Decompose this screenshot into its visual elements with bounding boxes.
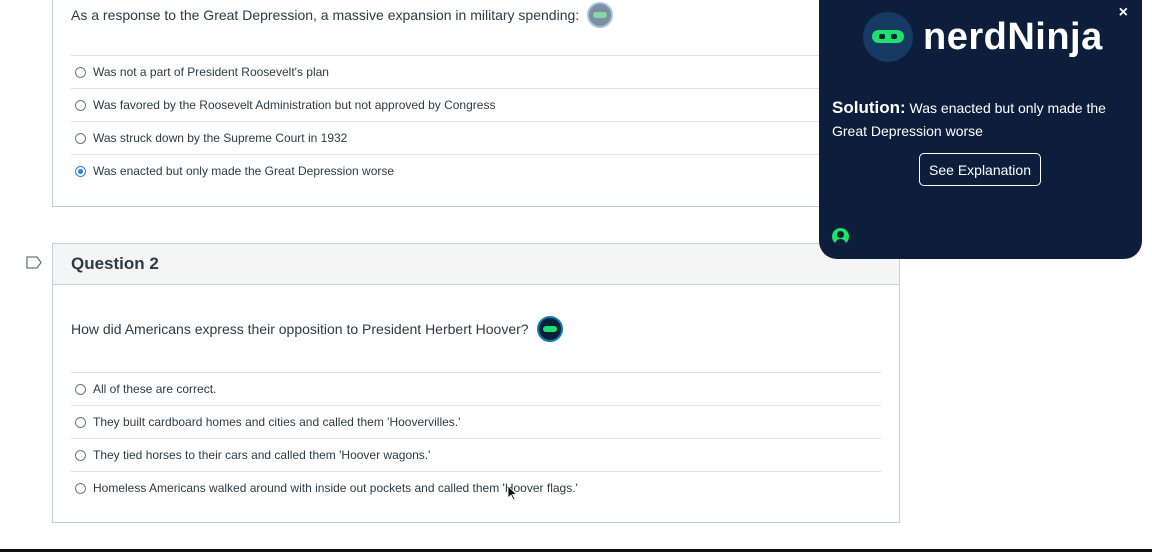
answer-option[interactable]: All of these are correct. [71, 372, 881, 405]
solution-text-block: Solution: Was enacted but only made the … [832, 96, 1127, 143]
radio-button[interactable] [75, 416, 86, 428]
answer-option[interactable]: They tied horses to their cars and calle… [71, 438, 881, 471]
question-1-card: As a response to the Great Depression, a… [52, 0, 900, 207]
answer-label: They tied horses to their cars and calle… [93, 448, 431, 462]
answer-option[interactable]: Was favored by the Roosevelt Administrat… [71, 88, 881, 121]
radio-button[interactable] [75, 99, 86, 111]
radio-button[interactable] [75, 449, 86, 461]
brand-name: nerdNinja [923, 15, 1103, 58]
question-2-header: Question 2 [53, 244, 899, 285]
question-1-text-row: As a response to the Great Depression, a… [71, 2, 614, 28]
question-2-text: How did Americans express their oppositi… [71, 321, 529, 337]
nerdninja-logo-icon [863, 12, 913, 62]
nerdninja-popup: × nerdNinja Solution: Was enacted but on… [819, 0, 1142, 259]
brand: nerdNinja [863, 12, 1103, 62]
answer-label: Was favored by the Roosevelt Administrat… [93, 98, 496, 112]
user-icon[interactable] [832, 228, 849, 245]
radio-button[interactable] [75, 383, 86, 395]
nerdninja-badge-icon[interactable] [587, 2, 614, 28]
answer-option[interactable]: Homeless Americans walked around with in… [71, 471, 881, 504]
flag-icon[interactable] [26, 256, 42, 269]
answer-label: Was not a part of President Roosevelt's … [93, 65, 329, 79]
answer-option[interactable]: Was struck down by the Supreme Court in … [71, 121, 881, 154]
mouse-cursor-icon [507, 485, 517, 501]
radio-button[interactable] [75, 132, 86, 144]
question-2-text-row: How did Americans express their oppositi… [71, 316, 563, 342]
answer-label: Was enacted but only made the Great Depr… [93, 164, 395, 178]
question-2-answers: All of these are correct. They built car… [71, 372, 881, 504]
question-2-card: Question 2 How did Americans express the… [52, 243, 900, 523]
answer-label: Was struck down by the Supreme Court in … [93, 131, 348, 145]
answer-option[interactable]: They built cardboard homes and cities an… [71, 405, 881, 438]
solution-label: Solution: [832, 98, 906, 117]
answer-label: They built cardboard homes and cities an… [93, 415, 461, 429]
question-1-text: As a response to the Great Depression, a… [71, 7, 580, 23]
answer-label: All of these are correct. [93, 382, 217, 396]
nerdninja-badge-icon[interactable] [536, 316, 563, 342]
question-1-answers: Was not a part of President Roosevelt's … [71, 55, 881, 187]
see-explanation-button[interactable]: See Explanation [919, 153, 1041, 186]
radio-button[interactable] [75, 66, 86, 78]
question-2-title: Question 2 [71, 254, 159, 273]
radio-button[interactable] [75, 482, 86, 494]
answer-option-selected[interactable]: Was enacted but only made the Great Depr… [71, 154, 881, 187]
answer-label: Homeless Americans walked around with in… [93, 481, 578, 495]
radio-button-selected[interactable] [75, 165, 86, 177]
answer-option[interactable]: Was not a part of President Roosevelt's … [71, 55, 881, 88]
close-icon[interactable]: × [1119, 4, 1128, 22]
